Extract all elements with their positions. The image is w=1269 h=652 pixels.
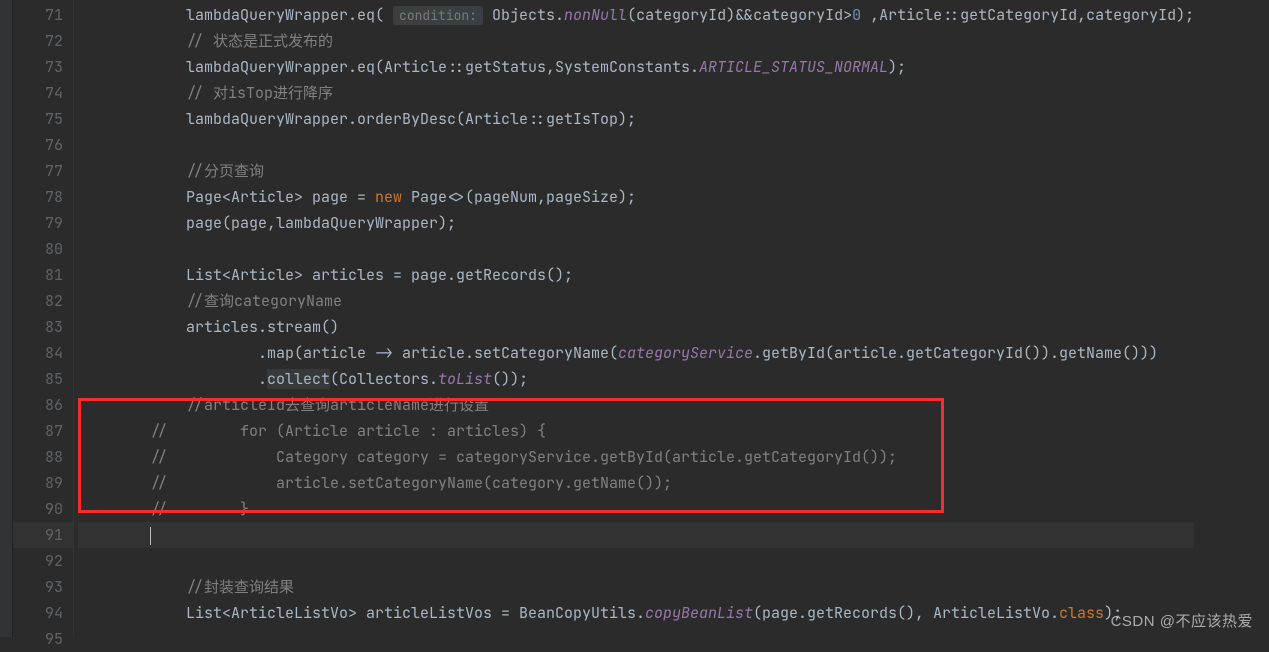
line-number: 75 bbox=[13, 106, 73, 132]
code-line[interactable] bbox=[78, 522, 1194, 548]
code-line[interactable]: page(page,lambdaQueryWrapper); bbox=[78, 210, 1194, 236]
code-line[interactable]: // 状态是正式发布的 bbox=[78, 28, 1194, 54]
line-number: 83 bbox=[13, 314, 73, 340]
code-line[interactable]: .map(article -> article.setCategoryName(… bbox=[78, 340, 1194, 366]
code-line[interactable]: // article.setCategoryName(category.getN… bbox=[78, 470, 1194, 496]
line-number: 80 bbox=[13, 236, 73, 262]
code-line[interactable]: // } bbox=[78, 496, 1194, 522]
code-line[interactable]: //articleId去查询articleName进行设置 bbox=[78, 392, 1194, 418]
line-number: 82 bbox=[13, 288, 73, 314]
line-number: 85 bbox=[13, 366, 73, 392]
line-number: 92 bbox=[13, 548, 73, 574]
code-line[interactable]: .collect(Collectors.toList()); bbox=[78, 366, 1194, 392]
code-line[interactable]: //封装查询结果 bbox=[78, 574, 1194, 600]
line-number: 71 bbox=[13, 2, 73, 28]
line-number: 91 bbox=[13, 522, 73, 548]
line-number: 86 bbox=[13, 392, 73, 418]
code-area[interactable]: lambdaQueryWrapper.eq( condition: Object… bbox=[74, 0, 1194, 637]
code-line[interactable]: // for (Article article : articles) { bbox=[78, 418, 1194, 444]
code-line[interactable] bbox=[78, 626, 1194, 652]
code-line[interactable]: Page<Article> page = new Page<>(pageNum,… bbox=[78, 184, 1194, 210]
line-number: 95 bbox=[13, 626, 73, 652]
code-line[interactable] bbox=[78, 132, 1194, 158]
code-line[interactable] bbox=[78, 548, 1194, 574]
code-line[interactable]: lambdaQueryWrapper.eq(Article::getStatus… bbox=[78, 54, 1194, 80]
line-number: 90 bbox=[13, 496, 73, 522]
code-line[interactable]: //查询categoryName bbox=[78, 288, 1194, 314]
line-number: 77 bbox=[13, 158, 73, 184]
code-line[interactable]: articles.stream() bbox=[78, 314, 1194, 340]
line-number: 76 bbox=[13, 132, 73, 158]
code-line[interactable]: List<Article> articles = page.getRecords… bbox=[78, 262, 1194, 288]
line-number-gutter: 7172737475767778798081828384858687888990… bbox=[13, 0, 74, 637]
line-number: 84 bbox=[13, 340, 73, 366]
line-number: 87 bbox=[13, 418, 73, 444]
code-line[interactable]: //分页查询 bbox=[78, 158, 1194, 184]
code-line[interactable]: // Category category = categoryService.g… bbox=[78, 444, 1194, 470]
code-line[interactable]: lambdaQueryWrapper.orderByDesc(Article::… bbox=[78, 106, 1194, 132]
line-number: 81 bbox=[13, 262, 73, 288]
code-editor[interactable]: 7172737475767778798081828384858687888990… bbox=[0, 0, 1269, 637]
line-number: 78 bbox=[13, 184, 73, 210]
line-number: 72 bbox=[13, 28, 73, 54]
editor-edge-stripe bbox=[0, 0, 13, 637]
line-number: 88 bbox=[13, 444, 73, 470]
code-line[interactable] bbox=[78, 236, 1194, 262]
line-number: 94 bbox=[13, 600, 73, 626]
line-number: 73 bbox=[13, 54, 73, 80]
line-number: 93 bbox=[13, 574, 73, 600]
watermark-text: CSDN @不应该热爱 bbox=[1111, 610, 1253, 631]
code-line[interactable]: List<ArticleListVo> articleListVos = Bea… bbox=[78, 600, 1194, 626]
code-line[interactable]: // 对isTop进行降序 bbox=[78, 80, 1194, 106]
line-number: 74 bbox=[13, 80, 73, 106]
line-number: 89 bbox=[13, 470, 73, 496]
line-number: 79 bbox=[13, 210, 73, 236]
code-line[interactable]: lambdaQueryWrapper.eq( condition: Object… bbox=[78, 2, 1194, 28]
